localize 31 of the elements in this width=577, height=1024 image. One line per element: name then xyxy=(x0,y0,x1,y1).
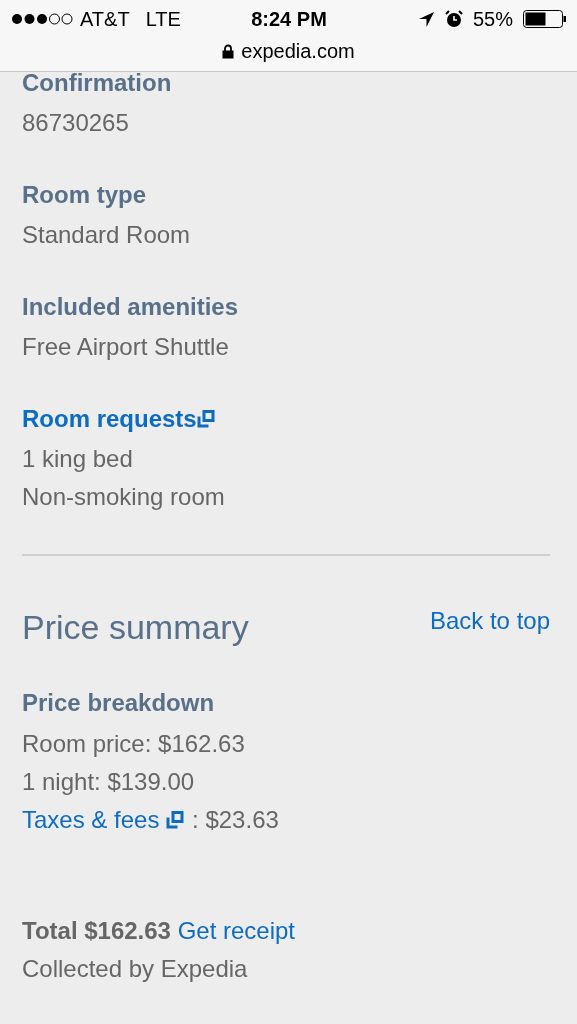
field-value: Free Airport Shuttle xyxy=(22,333,229,360)
collected-note: Collected by Expedia xyxy=(22,955,248,982)
total-price: Total $162.63 xyxy=(22,917,171,944)
field-value: Standard Room xyxy=(22,221,191,248)
clock-time: 8:24 PM xyxy=(251,7,327,31)
field-value: Non-smoking room xyxy=(22,483,225,510)
external-link-icon xyxy=(166,811,185,829)
back-to-top-link[interactable]: Back to top xyxy=(429,607,550,635)
subsection-title: Price breakdown xyxy=(22,689,215,716)
battery-percent: 55% xyxy=(472,7,513,31)
battery-icon xyxy=(523,10,567,28)
taxes-fees-link[interactable]: Taxes & fees xyxy=(22,806,160,833)
price-line: Room price: $162.63 xyxy=(22,730,245,757)
field-label: Included amenities xyxy=(22,293,239,320)
field-label: Confirmation xyxy=(22,69,172,96)
lock-icon xyxy=(222,43,235,59)
alarm-clock-icon xyxy=(444,10,463,28)
signal-icon xyxy=(11,13,74,25)
field-value: 86730265 xyxy=(22,109,129,136)
network-type: LTE xyxy=(145,7,181,31)
url-text[interactable]: expedia.com xyxy=(241,39,355,63)
external-link-icon xyxy=(196,410,215,428)
section-title: Price summary xyxy=(22,607,249,647)
get-receipt-link[interactable]: Get receipt xyxy=(177,917,296,944)
price-line: 1 night: $139.00 xyxy=(22,768,195,795)
carrier-name: AT&T xyxy=(80,7,130,31)
price-line: : $23.63 xyxy=(192,806,279,833)
room-requests-link[interactable]: Room requests xyxy=(22,405,215,432)
field-value: 1 king bed xyxy=(22,445,133,472)
field-label: Room type xyxy=(22,181,146,208)
location-arrow-icon xyxy=(417,10,435,28)
